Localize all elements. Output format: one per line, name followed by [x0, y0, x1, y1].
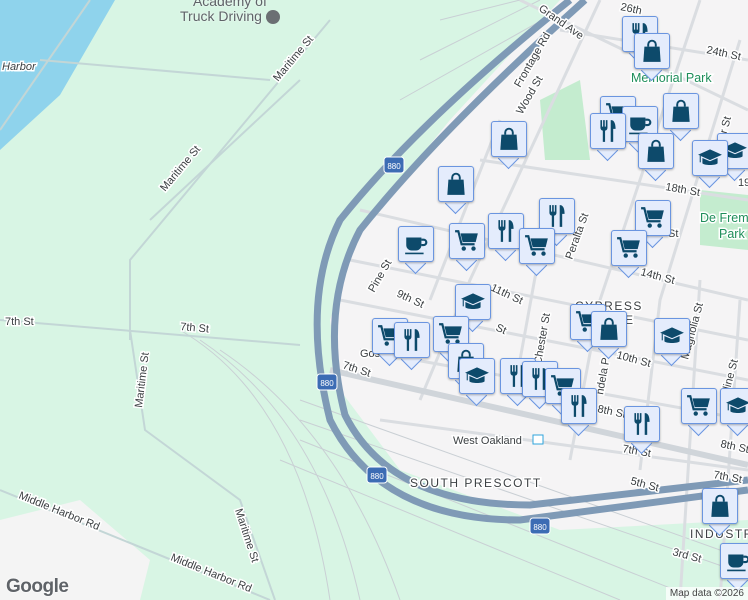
restaurant-icon [590, 113, 626, 149]
restaurant-marker[interactable] [561, 388, 597, 437]
grocery-marker[interactable] [519, 228, 555, 277]
school-icon [692, 140, 728, 176]
restaurant-icon [624, 406, 660, 442]
school-icon [720, 388, 748, 424]
grocery-icon [611, 230, 647, 266]
academy-of-truck-driving-label[interactable]: Academy of Truck Driving [180, 0, 280, 25]
svg-text:Harbor: Harbor [2, 61, 37, 73]
shopping-icon [438, 166, 474, 202]
school-marker[interactable] [720, 388, 748, 437]
shopping-icon [702, 488, 738, 524]
map-canvas[interactable]: 880 880 880 880 Maritime St Maritime St … [0, 0, 748, 600]
shopping-icon [591, 311, 627, 347]
svg-text:880: 880 [320, 379, 334, 388]
shopping-icon [491, 121, 527, 157]
shopping-icon [663, 93, 699, 129]
cafe-icon [398, 226, 434, 262]
cafe-icon [720, 543, 748, 579]
svg-text:8th St: 8th St [596, 403, 627, 421]
svg-text:St: St [494, 322, 509, 337]
shopping-icon [638, 133, 674, 169]
svg-text:7th St: 7th St [5, 316, 34, 328]
school-marker[interactable] [654, 318, 690, 367]
restaurant-marker[interactable] [590, 113, 626, 162]
svg-text:8th St: 8th St [719, 438, 748, 456]
cafe-marker[interactable] [720, 543, 748, 592]
shopping-marker[interactable] [663, 93, 699, 142]
shopping-marker[interactable] [591, 311, 627, 360]
svg-text:880: 880 [370, 472, 384, 481]
school-icon [654, 318, 690, 354]
shopping-marker[interactable] [438, 166, 474, 215]
restaurant-icon [394, 322, 430, 358]
shopping-marker[interactable] [634, 33, 670, 82]
place-pin-icon [265, 10, 280, 25]
svg-text:SOUTH PRESCOTT: SOUTH PRESCOTT [410, 476, 542, 490]
cafe-marker[interactable] [398, 226, 434, 275]
svg-text:11th St: 11th St [489, 282, 525, 307]
svg-text:880: 880 [387, 162, 401, 171]
grocery-marker[interactable] [449, 223, 485, 272]
grocery-marker[interactable] [611, 230, 647, 279]
restaurant-icon [561, 388, 597, 424]
memorial-park-area [540, 80, 590, 160]
svg-text:line St: line St [721, 358, 741, 391]
shopping-icon [634, 33, 670, 69]
svg-text:880: 880 [533, 523, 547, 532]
svg-text:19: 19 [738, 177, 748, 189]
svg-text:26th: 26th [619, 1, 642, 17]
grocery-icon [681, 388, 717, 424]
svg-text:7th St: 7th St [180, 321, 210, 335]
svg-text:Park: Park [719, 227, 745, 241]
svg-text:9th St: 9th St [395, 288, 426, 311]
shopping-marker[interactable] [638, 133, 674, 182]
google-logo: Google [6, 576, 69, 597]
grocery-icon [519, 228, 555, 264]
grocery-icon [449, 223, 485, 259]
shopping-marker[interactable] [702, 488, 738, 537]
restaurant-marker[interactable] [624, 406, 660, 455]
svg-text:De Frem: De Frem [700, 211, 748, 225]
school-icon [459, 358, 495, 394]
school-marker[interactable] [692, 140, 728, 189]
shopping-marker[interactable] [491, 121, 527, 170]
school-marker[interactable] [459, 358, 495, 407]
school-icon [455, 284, 491, 320]
map-attribution[interactable]: Map data ©2026 [665, 587, 748, 600]
restaurant-marker[interactable] [394, 322, 430, 371]
grocery-marker[interactable] [681, 388, 717, 437]
svg-text:West Oakland: West Oakland [453, 435, 522, 447]
bart-station-icon [532, 434, 544, 445]
